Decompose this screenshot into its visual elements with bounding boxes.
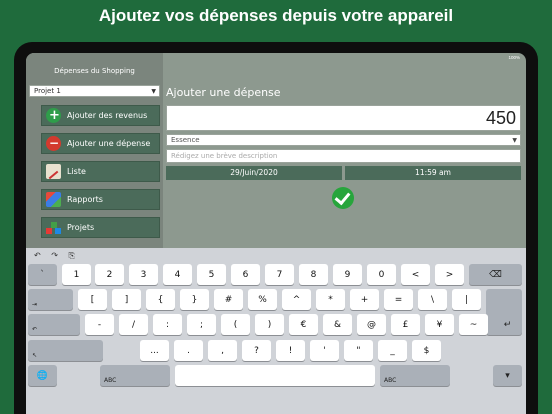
key-7[interactable]: 7 — [265, 264, 294, 285]
key-hash[interactable]: # — [214, 289, 243, 310]
projects-icon — [46, 220, 61, 235]
globe-icon[interactable]: 🌐 — [28, 365, 57, 386]
key-open-bracket[interactable]: [ — [78, 289, 107, 310]
app-screen: 9:41 AM Mon Jun 29 100% Dépenses du Shop… — [26, 53, 526, 414]
key-pipe[interactable]: | — [452, 289, 481, 310]
battery-indicator: 100% — [508, 55, 520, 60]
description-field[interactable]: Rédigez une brève description — [166, 149, 521, 163]
sidebar-item-reports[interactable]: Rapports — [41, 189, 160, 210]
backspace-icon[interactable]: ⌫ — [469, 264, 522, 285]
undo-key-icon[interactable]: ↶ — [28, 314, 80, 335]
sidebar-item-add-income[interactable]: Ajouter des revenus — [41, 105, 160, 126]
key-close-bracket[interactable]: ] — [112, 289, 141, 310]
key-close-paren[interactable]: ) — [255, 314, 284, 335]
key-comma[interactable]: , — [208, 340, 237, 361]
sidebar-item-label: Rapports — [67, 195, 103, 204]
key-minus[interactable]: - — [85, 314, 114, 335]
key-semicolon[interactable]: ; — [187, 314, 216, 335]
project-select[interactable]: Projet 1 ▼ — [29, 85, 160, 97]
chevron-down-icon: ▼ — [151, 88, 156, 95]
key-apostrophe[interactable]: ' — [310, 340, 339, 361]
sidebar-item-label: Ajouter des revenus — [67, 111, 148, 120]
shift-icon[interactable]: ↖ — [28, 340, 103, 361]
on-screen-keyboard: ↶ ↷ ⎘ ` 1 2 3 4 5 6 7 8 9 0 < > ⌫ ⇥ [ ] … — [26, 248, 526, 414]
key-0[interactable]: 0 — [367, 264, 396, 285]
key-dollar[interactable]: $ — [412, 340, 441, 361]
key-5[interactable]: 5 — [197, 264, 226, 285]
abc-key-right[interactable]: ABC — [380, 365, 450, 386]
project-select-value: Projet 1 — [34, 87, 61, 95]
redo-icon[interactable]: ↷ — [51, 251, 58, 260]
key-colon[interactable]: : — [153, 314, 182, 335]
sidebar-item-add-expense[interactable]: Ajouter une dépense — [41, 133, 160, 154]
abc-key-left[interactable]: ABC — [100, 365, 170, 386]
sidebar-item-list[interactable]: Liste — [41, 161, 160, 182]
key-slash[interactable]: / — [119, 314, 148, 335]
page-title: Ajouter une dépense — [166, 86, 281, 99]
date-picker[interactable]: 29/Juin/2020 — [166, 166, 342, 180]
key-greater-than[interactable]: > — [435, 264, 464, 285]
key-open-brace[interactable]: { — [146, 289, 175, 310]
key-quote[interactable]: " — [344, 340, 373, 361]
key-question[interactable]: ? — [242, 340, 271, 361]
key-at[interactable]: @ — [357, 314, 386, 335]
key-plus[interactable]: + — [350, 289, 379, 310]
key-tilde[interactable]: ~ — [459, 314, 488, 335]
category-select[interactable]: Essence ▼ — [166, 134, 521, 146]
key-1[interactable]: 1 — [62, 264, 91, 285]
paste-icon[interactable]: ⎘ — [69, 251, 75, 260]
sidebar-title: Dépenses du Shopping — [54, 67, 135, 75]
list-icon — [46, 164, 61, 179]
key-2[interactable]: 2 — [95, 264, 124, 285]
dismiss-keyboard-icon[interactable]: ▾ — [493, 365, 522, 386]
key-close-brace[interactable]: } — [180, 289, 209, 310]
key-percent[interactable]: % — [248, 289, 277, 310]
key-8[interactable]: 8 — [299, 264, 328, 285]
key-equals[interactable]: = — [384, 289, 413, 310]
chart-icon — [46, 192, 61, 207]
sidebar-item-label: Ajouter une dépense — [67, 139, 151, 148]
key-caret[interactable]: ^ — [282, 289, 311, 310]
key-6[interactable]: 6 — [231, 264, 260, 285]
return-icon[interactable]: ↵ — [493, 314, 522, 335]
promo-headline: Ajoutez vos dépenses depuis votre appare… — [98, 6, 454, 25]
key-euro[interactable]: € — [289, 314, 318, 335]
chevron-down-icon: ▼ — [512, 137, 517, 144]
key-exclamation[interactable]: ! — [276, 340, 305, 361]
key-ellipsis[interactable]: ... — [140, 340, 169, 361]
key-backtick[interactable]: ` — [28, 264, 57, 285]
time-picker[interactable]: 11:59 am — [345, 166, 521, 180]
undo-icon[interactable]: ↶ — [34, 251, 41, 260]
sidebar-item-projects[interactable]: Projets — [41, 217, 160, 238]
key-yen[interactable]: ¥ — [425, 314, 454, 335]
key-asterisk[interactable]: * — [316, 289, 345, 310]
keyboard-toolbar: ↶ ↷ ⎘ — [34, 251, 83, 261]
plus-circle-icon — [46, 106, 61, 125]
key-underscore[interactable]: _ — [378, 340, 407, 361]
key-period[interactable]: . — [174, 340, 203, 361]
key-3[interactable]: 3 — [129, 264, 158, 285]
key-ampersand[interactable]: & — [323, 314, 352, 335]
key-backslash[interactable]: \ — [418, 289, 447, 310]
key-4[interactable]: 4 — [163, 264, 192, 285]
confirm-checkmark-button[interactable] — [332, 187, 354, 209]
sidebar-item-label: Liste — [67, 167, 86, 176]
amount-field[interactable]: 450 — [166, 105, 521, 131]
minus-circle-icon — [46, 134, 61, 153]
key-pound[interactable]: £ — [391, 314, 420, 335]
tab-icon[interactable]: ⇥ — [28, 289, 73, 310]
space-key[interactable] — [175, 365, 375, 386]
sidebar: Dépenses du Shopping Projet 1 ▼ Ajouter … — [26, 53, 163, 248]
key-open-paren[interactable]: ( — [221, 314, 250, 335]
category-select-value: Essence — [171, 136, 200, 144]
key-less-than[interactable]: < — [401, 264, 430, 285]
key-9[interactable]: 9 — [333, 264, 362, 285]
sidebar-item-label: Projets — [67, 223, 95, 232]
